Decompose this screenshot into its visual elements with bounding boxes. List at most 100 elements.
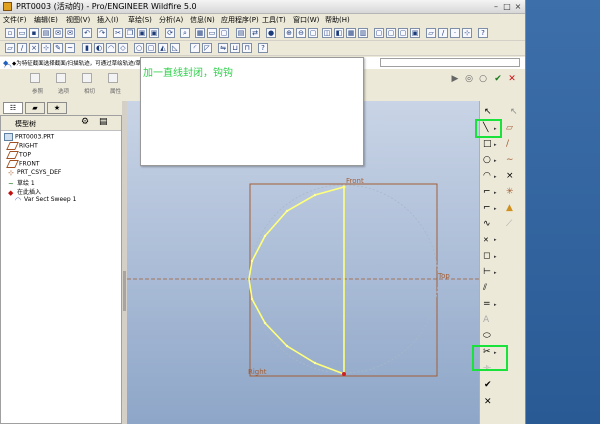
spline-tool-icon[interactable]: ∼ (506, 155, 514, 165)
paste-icon[interactable]: ▣ (137, 28, 147, 38)
zoom-out-icon[interactable]: ⊖ (296, 28, 306, 38)
offset-edge-icon[interactable]: ⟋ (506, 219, 512, 229)
print-icon[interactable]: ▤ (41, 28, 51, 38)
draft-tool-icon[interactable]: ◺ (170, 43, 180, 53)
undo-icon[interactable]: ↶ (82, 28, 92, 38)
extrude-tool-icon[interactable]: ▮ (82, 43, 92, 53)
redo-icon[interactable]: ↷ (97, 28, 107, 38)
copy-icon[interactable]: ❐ (125, 28, 135, 38)
arc-tool-icon[interactable]: ◠ (483, 171, 491, 181)
open-file-icon[interactable]: ▭ (17, 28, 27, 38)
chamfer-tool-icon[interactable]: ⌐ (483, 203, 491, 213)
circle-tool-icon[interactable]: ○ (483, 155, 491, 165)
hidden-line-icon[interactable]: ▢ (386, 28, 396, 38)
message-dropdown[interactable] (380, 58, 520, 67)
window-icon[interactable]: ▭ (207, 28, 217, 38)
minimize-icon[interactable]: – (491, 2, 501, 11)
menu-insert[interactable]: 插入(I) (97, 15, 119, 25)
refit-icon[interactable]: ▢ (308, 28, 318, 38)
tab-folder-browser[interactable]: ▰ (25, 102, 45, 114)
dimension-tool-icon[interactable]: ⊢ (483, 267, 491, 277)
sketch-tool-icon[interactable]: ✎ (53, 43, 63, 53)
hole-tool-icon[interactable]: ○ (134, 43, 144, 53)
menu-applications[interactable]: 应用程序(P) (221, 15, 259, 25)
quit-sketch-icon[interactable]: ✕ (484, 397, 492, 407)
paste-special-icon[interactable]: ▣ (149, 28, 159, 38)
tree-item-csys[interactable]: ⊹ PRT_CSYS_DEF (8, 169, 61, 176)
tree-settings-icon[interactable]: ⚙ (81, 117, 89, 127)
menu-info[interactable]: 信息(N) (190, 15, 215, 25)
select-box-icon[interactable]: ▦ (195, 28, 205, 38)
circle-tool-dropdown[interactable]: ▸ (494, 158, 497, 164)
no-hidden-icon[interactable]: ▢ (398, 28, 408, 38)
dashboard-tab-options[interactable]: 选项 (58, 87, 69, 95)
close-icon[interactable]: × (513, 2, 523, 11)
csys-tool-icon[interactable]: ⊹ (41, 43, 51, 53)
fillet-tool-dropdown[interactable]: ▸ (494, 190, 497, 196)
view-manager-icon[interactable]: ◧ (334, 28, 344, 38)
regenerate-icon[interactable]: ⟳ (165, 28, 175, 38)
maximize-icon[interactable]: □ (502, 2, 512, 11)
email-link-icon[interactable]: ✉ (65, 28, 75, 38)
menu-help[interactable]: 帮助(H) (325, 15, 350, 25)
point-tool-icon[interactable]: × (29, 43, 39, 53)
pause-icon[interactable]: ▶ (450, 74, 460, 84)
confirm-icon[interactable]: ✔ (493, 74, 503, 84)
constraint-tool-dropdown[interactable]: ▸ (494, 302, 497, 308)
menu-analysis[interactable]: 分析(A) (159, 15, 183, 25)
plane-tool-icon[interactable]: ▱ (5, 43, 15, 53)
constraint-tool-icon[interactable]: = (483, 299, 491, 309)
saved-views-icon[interactable]: ▦ (346, 28, 356, 38)
datum-axes-icon[interactable]: / (438, 28, 448, 38)
shell-tool-icon[interactable]: ▢ (146, 43, 156, 53)
dashboard-tab-tangency[interactable]: 相切 (84, 87, 95, 95)
menu-tools[interactable]: 工具(T) (262, 15, 286, 25)
tree-item-sketch[interactable]: ~ 草绘 1 (8, 178, 35, 187)
cancel-icon[interactable]: ✕ (507, 74, 517, 84)
sketch-point-dropdown[interactable]: ▸ (494, 237, 497, 243)
pattern-tool-icon[interactable]: ? (258, 43, 268, 53)
find-icon[interactable]: ⌕ (180, 28, 190, 38)
datum-points-icon[interactable]: · (450, 28, 460, 38)
sketch-point-icon[interactable]: ✕ (483, 235, 489, 245)
round-tool-icon[interactable]: ◜ (190, 43, 200, 53)
tree-item-part[interactable]: PRT0003.PRT (4, 133, 54, 141)
orient-icon[interactable]: ⇄ (250, 28, 260, 38)
tab-model-tree[interactable]: ☷ (3, 102, 23, 114)
datum-planes-icon[interactable]: ▱ (426, 28, 436, 38)
cut-icon[interactable]: ✂ (113, 28, 123, 38)
splitter-grip[interactable] (123, 271, 126, 311)
tree-item-right[interactable]: RIGHT (6, 142, 38, 150)
menu-sketch[interactable]: 草绘(S) (128, 15, 152, 25)
appearance-icon[interactable]: ● (266, 28, 276, 38)
shading-icon[interactable]: ▣ (410, 28, 420, 38)
use-edge-dropdown[interactable]: ▸ (494, 254, 497, 260)
sweep-tool-icon[interactable]: ◠ (106, 43, 116, 53)
spline-curve-icon[interactable]: ∿ (483, 219, 491, 229)
preview-glasses-icon[interactable]: ○ (478, 74, 488, 84)
tree-item-front[interactable]: FRONT (6, 160, 40, 168)
menu-file[interactable]: 文件(F) (3, 15, 27, 25)
mirror-tool-icon[interactable]: ⇋ (218, 43, 228, 53)
chamfer-tool-dropdown[interactable]: ▸ (494, 206, 497, 212)
solid-option-icon[interactable] (30, 73, 40, 83)
chamfer-tool-icon[interactable]: ◸ (202, 43, 212, 53)
centerline-tool-icon[interactable]: ▱ (506, 123, 513, 133)
axis-tool-icon[interactable]: / (17, 43, 27, 53)
sketch-section-icon[interactable] (82, 73, 92, 83)
tree-item-top[interactable]: TOP (6, 151, 31, 159)
remove-material-icon[interactable] (108, 73, 118, 83)
repaint-icon[interactable]: ◫ (322, 28, 332, 38)
done-check-icon[interactable]: ✔ (484, 380, 492, 390)
select-arrow-icon[interactable]: ↖ (484, 107, 492, 117)
palette-shapes-icon[interactable]: ⬭ (483, 331, 491, 341)
palette-tool-icon[interactable]: ▲ (506, 203, 513, 213)
email-icon[interactable]: ✉ (53, 28, 63, 38)
use-edge-icon[interactable]: ◻ (483, 251, 490, 261)
tab-favorites[interactable]: ★ (47, 102, 67, 114)
trim-tool-icon[interactable]: ⊓ (242, 43, 252, 53)
select-tool-icon[interactable]: ↖ (510, 107, 518, 117)
zoom-in-icon[interactable]: ⊕ (284, 28, 294, 38)
dashboard-tab-properties[interactable]: 属性 (110, 87, 121, 95)
preview-icon[interactable]: ◎ (464, 74, 474, 84)
